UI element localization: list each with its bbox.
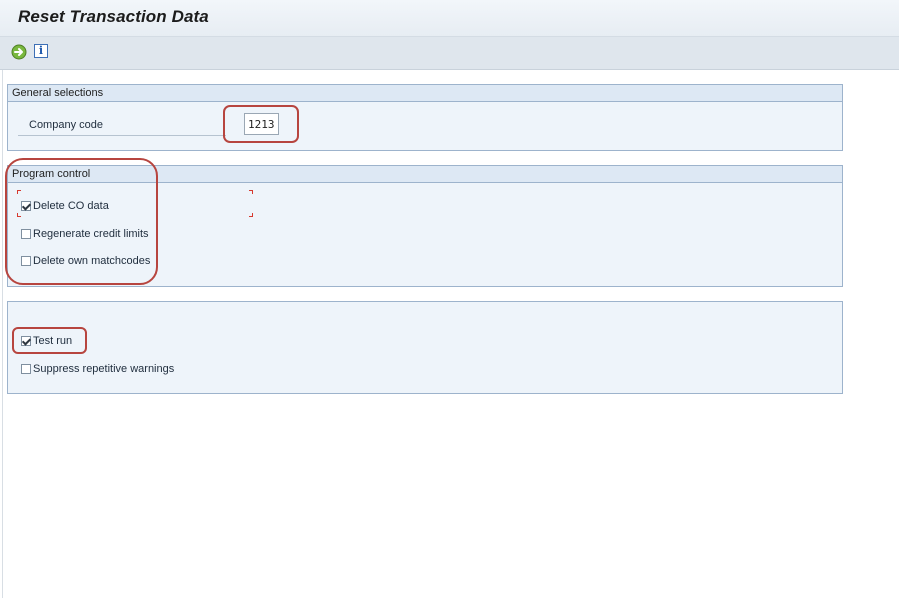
company-code-input[interactable] (244, 113, 279, 135)
delete-own-matchcodes-option[interactable]: Delete own matchcodes (21, 254, 150, 268)
program-control-title: Program control (8, 166, 842, 183)
delete-co-data-option[interactable]: Delete CO data (21, 199, 109, 213)
suppress-repetitive-warnings-option[interactable]: Suppress repetitive warnings (21, 362, 174, 376)
delete-co-data-checkbox[interactable] (21, 201, 31, 211)
general-selections-title: General selections (8, 85, 842, 102)
app-window: Reset Transaction Data i General selecti… (0, 0, 899, 598)
test-run-checkbox[interactable] (21, 336, 31, 346)
execute-icon[interactable] (10, 43, 28, 61)
regenerate-credit-limits-option[interactable]: Regenerate credit limits (21, 227, 149, 241)
company-code-label-line (18, 135, 226, 136)
left-divider (2, 70, 3, 598)
page-title: Reset Transaction Data (18, 7, 209, 26)
suppress-repetitive-warnings-label: Suppress repetitive warnings (33, 363, 175, 375)
company-code-label: Company code (29, 119, 103, 131)
test-run-option[interactable]: Test run (21, 334, 72, 348)
information-icon[interactable]: i (34, 44, 48, 58)
regenerate-credit-limits-checkbox[interactable] (21, 229, 31, 239)
focus-corner-bottom-right (249, 213, 253, 217)
run-options-group (7, 301, 843, 394)
program-control-group: Program control (7, 165, 843, 287)
focus-corner-top-right (249, 190, 253, 194)
test-run-label: Test run (33, 335, 73, 347)
regenerate-credit-limits-label: Regenerate credit limits (33, 228, 149, 240)
delete-own-matchcodes-checkbox[interactable] (21, 256, 31, 266)
title-bar: Reset Transaction Data (0, 0, 899, 37)
delete-own-matchcodes-label: Delete own matchcodes (33, 255, 151, 267)
focus-corner-top-left (17, 190, 21, 194)
application-toolbar: i (0, 37, 899, 70)
general-selections-group: General selections (7, 84, 843, 151)
delete-co-data-label: Delete CO data (33, 200, 109, 212)
suppress-repetitive-warnings-checkbox[interactable] (21, 364, 31, 374)
focus-corner-bottom-left (17, 213, 21, 217)
